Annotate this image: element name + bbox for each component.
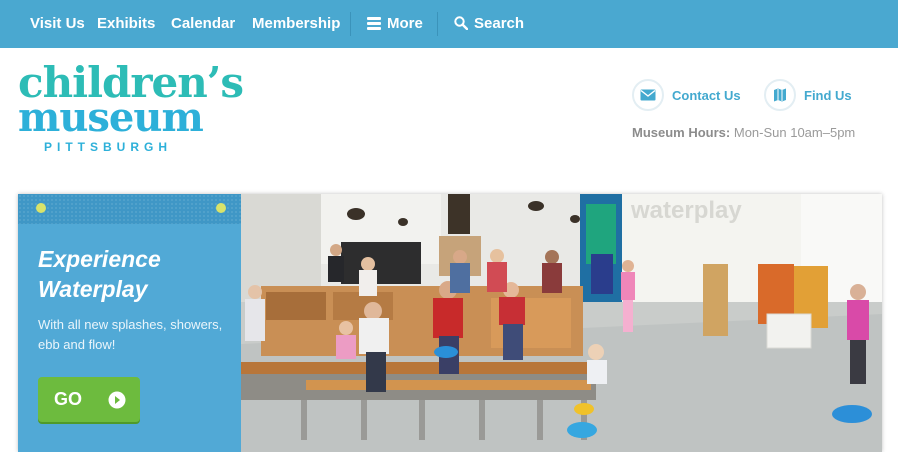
hero-photo: waterplay	[241, 194, 882, 452]
nav-more-label: More	[387, 15, 423, 32]
promo-description: With all new splashes, showers, ebb and …	[38, 317, 223, 352]
find-us-link[interactable]: Find Us	[764, 79, 852, 111]
nav-membership[interactable]: Membership	[252, 15, 340, 32]
hours-label: Museum Hours:	[632, 125, 731, 140]
nav-visit-us[interactable]: Visit Us	[30, 15, 85, 32]
nav-exhibits[interactable]: Exhibits	[97, 15, 155, 32]
contact-us-link[interactable]: Contact Us	[632, 79, 741, 111]
map-icon	[764, 79, 796, 111]
logo-line-pittsburgh: PITTSBURGH	[44, 140, 172, 154]
envelope-icon	[632, 79, 664, 111]
promo-panel: Experience Waterplay With all new splash…	[18, 194, 241, 452]
waterplay-photo-illustration: waterplay	[241, 194, 882, 452]
nav-search[interactable]: Search	[454, 15, 524, 32]
hero-banner: Experience Waterplay With all new splash…	[18, 194, 882, 452]
waterplay-sign: waterplay	[630, 197, 742, 224]
find-us-label: Find Us	[804, 87, 852, 103]
menu-icon	[367, 17, 381, 30]
museum-hours: Museum Hours: Mon-Sun 10am–5pm	[632, 125, 855, 140]
promo-title-line2: Waterplay	[38, 276, 148, 302]
nav-search-label: Search	[474, 15, 525, 32]
contact-us-label: Contact Us	[672, 87, 741, 103]
museum-logo[interactable]: children’s museum PITTSBURGH	[18, 62, 244, 155]
go-button-label: GO	[54, 389, 83, 409]
top-navigation: Visit Us Exhibits Calendar Membership Mo…	[0, 0, 898, 48]
go-button[interactable]: GO	[38, 377, 140, 422]
pin-dot	[36, 203, 46, 213]
pin-dot	[216, 203, 226, 213]
search-icon	[454, 16, 468, 30]
promo-title: Experience Waterplay	[38, 244, 228, 304]
nav-more[interactable]: More	[367, 15, 423, 32]
nav-divider	[437, 12, 438, 36]
promo-title-line1: Experience	[38, 246, 161, 272]
promo-header-strip	[18, 194, 241, 224]
nav-divider	[350, 12, 351, 36]
hours-value: Mon-Sun 10am–5pm	[733, 125, 856, 140]
logo-line-museum: museum	[18, 94, 204, 141]
arrow-right-circle-icon	[108, 391, 126, 408]
nav-calendar[interactable]: Calendar	[171, 15, 235, 32]
